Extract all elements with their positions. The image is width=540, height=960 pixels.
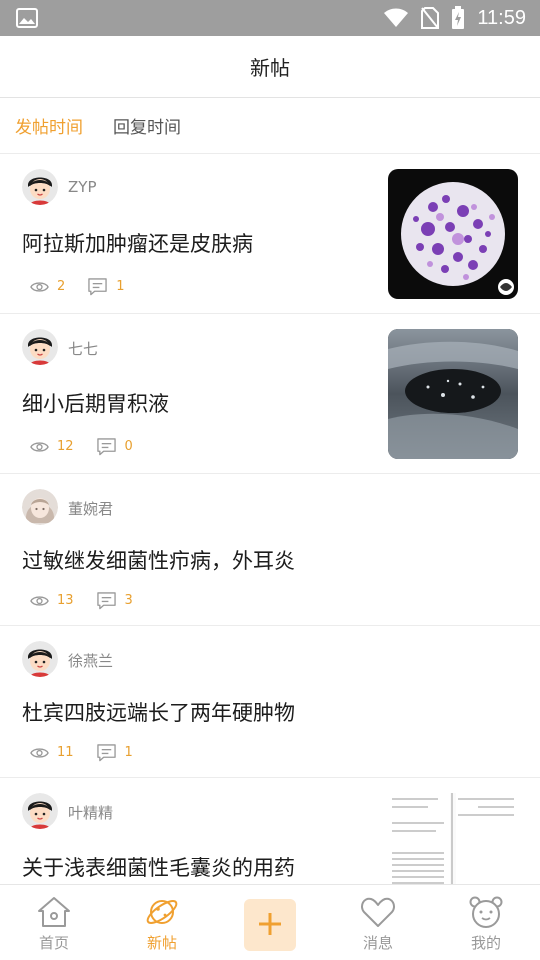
post-username[interactable]: 董婉君 bbox=[68, 498, 113, 519]
wifi-icon bbox=[384, 8, 409, 27]
avatar[interactable] bbox=[22, 641, 58, 677]
nav-new-posts-label: 新帖 bbox=[146, 934, 177, 952]
nav-profile[interactable]: 我的 bbox=[432, 885, 540, 960]
ultrasound-image bbox=[388, 329, 518, 459]
heart-icon bbox=[361, 897, 395, 927]
avatar[interactable] bbox=[22, 489, 58, 525]
post-item[interactable]: 董婉君 过敏继发细菌性疖病，外耳炎 13 3 bbox=[0, 474, 540, 626]
post-username[interactable]: 七七 bbox=[68, 338, 98, 359]
post-username[interactable]: 叶精精 bbox=[68, 802, 113, 823]
image-notification-icon bbox=[16, 8, 38, 28]
comment-icon bbox=[87, 277, 108, 296]
nav-messages[interactable]: 消息 bbox=[324, 885, 432, 960]
post-title[interactable]: 阿拉斯加肿瘤还是皮肤病 bbox=[22, 228, 253, 258]
avatar[interactable] bbox=[22, 793, 58, 829]
no-sim-icon bbox=[421, 7, 440, 29]
view-count: 13 bbox=[57, 593, 74, 608]
lab-report-image bbox=[388, 793, 518, 884]
clock: 11:59 bbox=[477, 6, 526, 29]
post-stats: 13 3 bbox=[30, 591, 155, 610]
comment-count: 0 bbox=[124, 439, 133, 454]
post-username[interactable]: ZYP bbox=[68, 178, 96, 196]
page-title: 新帖 bbox=[250, 56, 290, 80]
status-bar: 11:59 bbox=[0, 0, 540, 36]
battery-charging-icon bbox=[452, 6, 465, 29]
views-icon bbox=[30, 440, 49, 454]
comment-icon bbox=[96, 437, 117, 456]
comment-count: 1 bbox=[124, 745, 133, 760]
comment-count: 3 bbox=[124, 593, 133, 608]
post-feed[interactable]: ZYP 阿拉斯加肿瘤还是皮肤病 2 1 七七 细小后期胃积液 12 0 董婉君 … bbox=[0, 154, 540, 884]
sort-tabs: 发帖时间 回复时间 bbox=[0, 98, 540, 154]
post-thumbnail[interactable] bbox=[388, 793, 518, 884]
post-thumbnail[interactable] bbox=[388, 329, 518, 459]
post-stats: 12 0 bbox=[30, 437, 155, 456]
nav-new-posts[interactable]: 新帖 bbox=[108, 885, 216, 960]
tab-reply-time[interactable]: 回复时间 bbox=[113, 113, 181, 138]
view-count: 2 bbox=[57, 279, 66, 294]
nav-home-label: 首页 bbox=[38, 934, 69, 952]
comment-icon bbox=[96, 743, 117, 762]
bottom-nav: 首页 新帖 消息 我的 bbox=[0, 884, 540, 960]
post-item[interactable]: 徐燕兰 杜宾四肢远端长了两年硬肿物 11 1 bbox=[0, 626, 540, 778]
nav-home[interactable]: 首页 bbox=[0, 885, 108, 960]
page-title-bar: 新帖 bbox=[0, 36, 540, 98]
comment-icon bbox=[96, 591, 117, 610]
home-icon bbox=[38, 897, 70, 927]
avatar[interactable] bbox=[22, 169, 58, 205]
create-post-button[interactable] bbox=[244, 899, 296, 951]
post-title[interactable]: 过敏继发细菌性疖病，外耳炎 bbox=[22, 545, 295, 575]
avatar[interactable] bbox=[22, 329, 58, 365]
post-title[interactable]: 杜宾四肢远端长了两年硬肿物 bbox=[22, 697, 295, 727]
microscope-slide-image bbox=[401, 182, 514, 295]
planet-icon bbox=[146, 900, 178, 924]
post-stats: 2 1 bbox=[30, 277, 147, 296]
nav-messages-label: 消息 bbox=[362, 934, 393, 952]
nav-create-post[interactable] bbox=[216, 885, 324, 960]
view-count: 12 bbox=[57, 439, 74, 454]
nav-profile-label: 我的 bbox=[470, 934, 501, 952]
views-icon bbox=[30, 594, 49, 608]
post-title[interactable]: 细小后期胃积液 bbox=[22, 388, 169, 418]
plus-icon bbox=[259, 912, 281, 935]
bear-face-icon bbox=[469, 896, 503, 928]
views-icon bbox=[30, 280, 49, 294]
post-item[interactable]: 七七 细小后期胃积液 12 0 bbox=[0, 314, 540, 474]
post-thumbnail[interactable] bbox=[388, 169, 518, 299]
post-stats: 11 1 bbox=[30, 743, 155, 762]
views-icon bbox=[30, 746, 49, 760]
post-item[interactable]: 叶精精 关于浅表细菌性毛囊炎的用药 bbox=[0, 778, 540, 884]
tab-post-time[interactable]: 发帖时间 bbox=[15, 113, 83, 138]
comment-count: 1 bbox=[116, 279, 125, 294]
post-title[interactable]: 关于浅表细菌性毛囊炎的用药 bbox=[22, 852, 295, 882]
view-count: 11 bbox=[57, 745, 74, 760]
post-item[interactable]: ZYP 阿拉斯加肿瘤还是皮肤病 2 1 bbox=[0, 154, 540, 314]
post-username[interactable]: 徐燕兰 bbox=[68, 650, 113, 671]
